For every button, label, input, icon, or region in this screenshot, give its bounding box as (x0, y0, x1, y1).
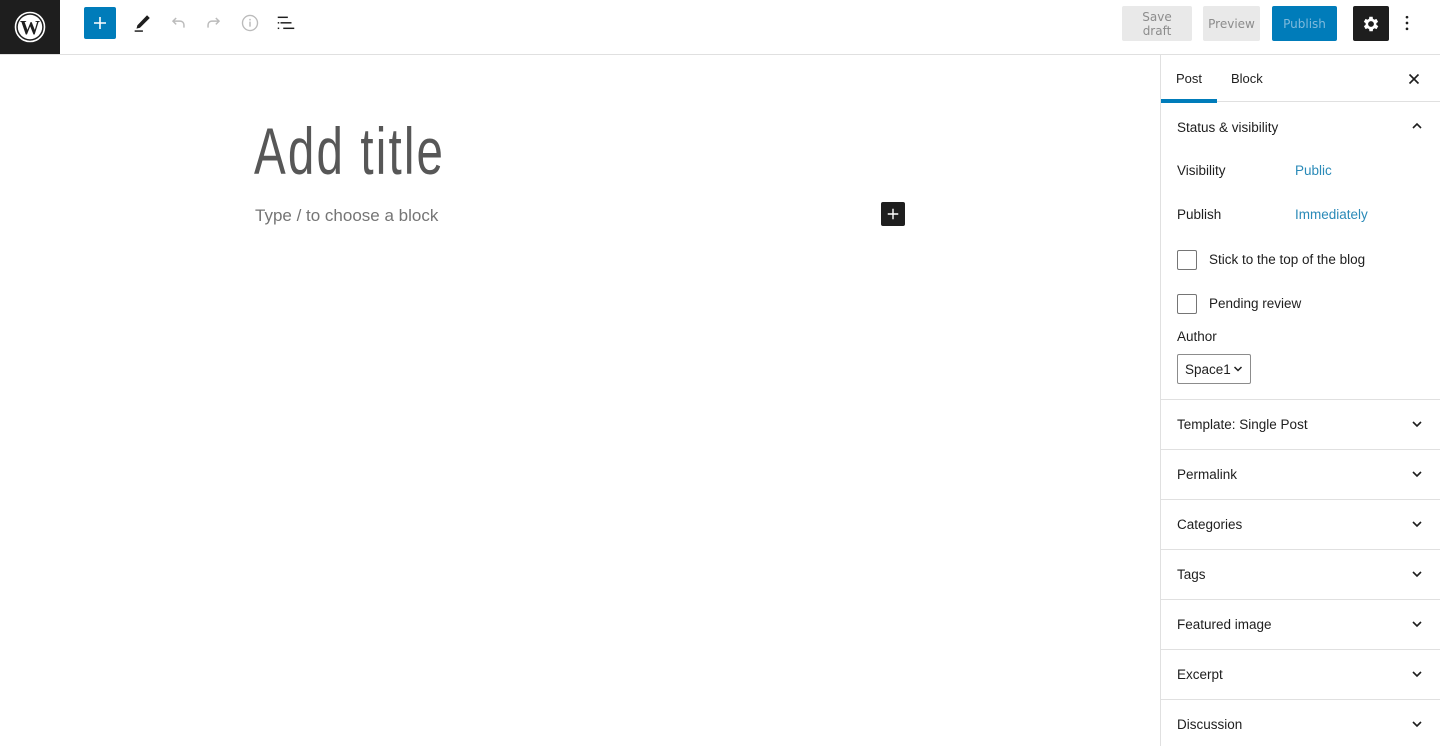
panel-title: Tags (1177, 567, 1206, 582)
chevron-down-icon (1412, 721, 1422, 728)
author-label: Author (1177, 329, 1217, 344)
panel-title: Permalink (1177, 467, 1238, 482)
excerpt-panel-toggle[interactable]: Excerpt (1161, 650, 1440, 700)
plus-icon (94, 17, 106, 29)
pending-review-checkbox[interactable] (1177, 294, 1197, 314)
author-value: Space1 (1185, 361, 1231, 377)
wordpress-logo-icon: W (14, 11, 46, 43)
redo-button[interactable] (198, 7, 230, 39)
editor-canvas: Add title Type / to choose a block (0, 55, 1160, 746)
svg-text:W: W (20, 17, 40, 39)
sticky-checkbox[interactable] (1177, 250, 1197, 270)
panel-title: Template: Single Post (1177, 417, 1308, 432)
tools-button[interactable] (126, 7, 158, 39)
more-vertical-icon (1405, 15, 1409, 31)
publish-date-link[interactable]: Immediately (1295, 207, 1368, 222)
close-icon (1408, 73, 1420, 85)
tab-post[interactable]: Post (1161, 55, 1217, 103)
save-draft-button[interactable]: Save draft (1122, 6, 1192, 41)
redo-icon (207, 17, 221, 28)
status-visibility-body: Visibility Public Publish Immediately St… (1161, 152, 1440, 399)
wordpress-logo-button[interactable]: W (0, 0, 60, 54)
gear-icon (1363, 16, 1379, 31)
sticky-label: Stick to the top of the blog (1209, 252, 1366, 267)
settings-button[interactable] (1353, 6, 1389, 41)
post-title-input[interactable]: Add title (254, 113, 445, 189)
visibility-label: Visibility (1177, 163, 1226, 178)
publish-button[interactable]: Publish (1272, 6, 1337, 41)
close-sidebar-button[interactable] (1402, 67, 1426, 91)
panel-title: Excerpt (1177, 667, 1223, 682)
author-select[interactable]: Space1 (1177, 354, 1251, 384)
discussion-panel-toggle[interactable]: Discussion (1161, 700, 1440, 746)
chevron-down-icon (1412, 571, 1422, 578)
panel-title: Categories (1177, 517, 1243, 532)
undo-button[interactable] (162, 7, 194, 39)
chevron-down-icon (1412, 521, 1422, 528)
chevron-down-icon (1412, 421, 1422, 428)
preview-button[interactable]: Preview (1203, 6, 1260, 41)
block-inserter-button[interactable] (84, 7, 116, 39)
status-visibility-toggle[interactable]: Status & visibility (1161, 102, 1440, 152)
sidebar-tabs: Post Block (1161, 55, 1440, 103)
visibility-toggle-link[interactable]: Public (1295, 163, 1332, 178)
plus-icon (887, 208, 899, 220)
inline-block-inserter-button[interactable] (881, 202, 905, 226)
chevron-down-icon (1412, 471, 1422, 478)
tab-block[interactable]: Block (1231, 55, 1263, 102)
permalink-panel-toggle[interactable]: Permalink (1161, 450, 1440, 500)
tags-panel-toggle[interactable]: Tags (1161, 550, 1440, 600)
undo-icon (171, 17, 185, 28)
status-visibility-panel: Status & visibility Visibility Public Pu… (1161, 102, 1440, 400)
pending-review-label: Pending review (1209, 296, 1302, 311)
list-view-button[interactable] (270, 7, 302, 39)
chevron-down-icon (1412, 671, 1422, 678)
info-icon (241, 14, 259, 32)
panel-title: Status & visibility (1177, 119, 1279, 135)
panel-title: Discussion (1177, 717, 1243, 732)
chevron-up-icon (1412, 122, 1422, 129)
featured-image-panel-toggle[interactable]: Featured image (1161, 600, 1440, 650)
settings-sidebar: Post Block Status & visibility Visibilit… (1160, 55, 1440, 746)
more-options-button[interactable] (1392, 7, 1422, 39)
panel-title: Featured image (1177, 617, 1272, 632)
details-button[interactable] (234, 7, 266, 39)
default-block-appender[interactable]: Type / to choose a block (255, 206, 438, 226)
publish-label: Publish (1177, 207, 1222, 222)
chevron-down-icon (1412, 621, 1422, 628)
template-panel-toggle[interactable]: Template: Single Post (1161, 400, 1440, 450)
chevron-down-icon (1233, 366, 1243, 372)
categories-panel-toggle[interactable]: Categories (1161, 500, 1440, 550)
editor-header: W Save draft Preview Publish (0, 0, 1440, 55)
list-view-icon (277, 16, 295, 30)
pencil-icon (134, 15, 150, 32)
